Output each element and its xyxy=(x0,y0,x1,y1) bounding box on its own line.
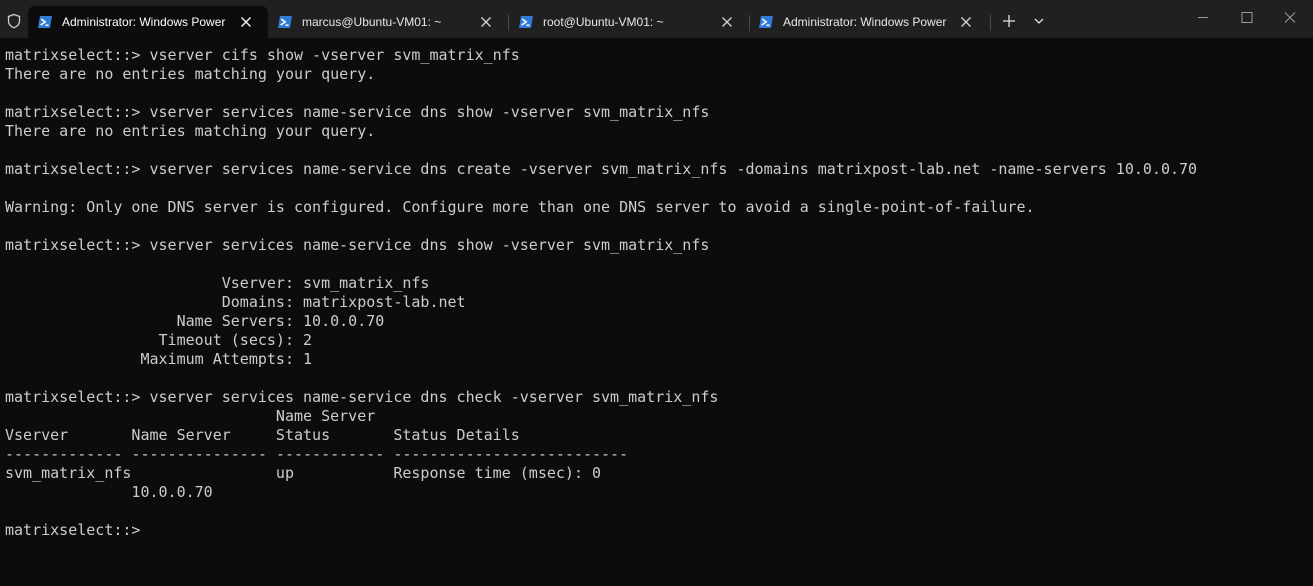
tab-administrator-powershell-2[interactable]: Administrator: Windows PowerShell xyxy=(749,6,989,38)
powershell-icon xyxy=(38,16,52,28)
powershell-icon xyxy=(278,16,292,28)
terminal-line: Name Servers: 10.0.0.70 xyxy=(5,312,385,330)
tab-label: marcus@Ubuntu-VM01: ~ xyxy=(302,15,442,29)
powershell-icon xyxy=(519,16,533,28)
tab-label: Administrator: Windows PowerShell xyxy=(62,15,226,29)
terminal-line: Maximum Attempts: 1 xyxy=(5,350,313,368)
terminal-output[interactable]: matrixselect::> vserver cifs show -vserv… xyxy=(5,46,1305,582)
terminal-line: 10.0.0.70 xyxy=(5,483,213,501)
maximize-icon[interactable] xyxy=(1224,0,1270,34)
title-bar: Administrator: Windows PowerShell marcus… xyxy=(0,0,1313,38)
terminal-line: There are no entries matching your query… xyxy=(5,65,376,83)
shield-icon xyxy=(7,13,21,29)
terminal-line: matrixselect::> vserver services name-se… xyxy=(5,160,1198,178)
terminal-line: Name Server xyxy=(5,407,376,425)
powershell-icon xyxy=(759,16,773,28)
tab-label: Administrator: Windows PowerShell xyxy=(783,15,947,29)
terminal-line: svm_matrix_nfs up Response time (msec): … xyxy=(5,464,602,482)
terminal-line: Vserver Name Server Status Status Detail… xyxy=(5,426,520,444)
close-tab-icon[interactable] xyxy=(478,14,494,30)
terminal-line: Vserver: svm_matrix_nfs xyxy=(5,274,430,292)
close-tab-icon[interactable] xyxy=(719,14,735,30)
close-tab-icon[interactable] xyxy=(958,14,974,30)
tab-administrator-powershell[interactable]: Administrator: Windows PowerShell xyxy=(28,6,268,38)
tab-label: root@Ubuntu-VM01: ~ xyxy=(543,15,664,29)
terminal-line: There are no entries matching your query… xyxy=(5,122,376,140)
terminal-line: matrixselect::> vserver services name-se… xyxy=(5,388,719,406)
minimize-icon[interactable] xyxy=(1180,0,1226,34)
tab-separator xyxy=(990,15,991,31)
terminal-line: matrixselect::> vserver services name-se… xyxy=(5,236,710,254)
plus-icon[interactable] xyxy=(999,11,1019,31)
terminal-line: Timeout (secs): 2 xyxy=(5,331,313,349)
terminal-line: matrixselect::> vserver cifs show -vserv… xyxy=(5,46,520,64)
close-tab-icon[interactable] xyxy=(238,14,254,30)
tab-marcus-ubuntu[interactable]: marcus@Ubuntu-VM01: ~ xyxy=(268,6,508,38)
chevron-down-icon[interactable] xyxy=(1029,11,1049,31)
close-icon[interactable] xyxy=(1267,0,1313,34)
terminal-line: Warning: Only one DNS server is configur… xyxy=(5,198,1035,216)
terminal-window: Administrator: Windows PowerShell marcus… xyxy=(0,0,1313,586)
terminal-line: matrixselect::> vserver services name-se… xyxy=(5,103,710,121)
terminal-line: matrixselect::> xyxy=(5,521,141,539)
tab-root-ubuntu[interactable]: root@Ubuntu-VM01: ~ xyxy=(509,6,749,38)
terminal-line: Domains: matrixpost-lab.net xyxy=(5,293,466,311)
terminal-line: ------------- --------------- ----------… xyxy=(5,445,629,463)
